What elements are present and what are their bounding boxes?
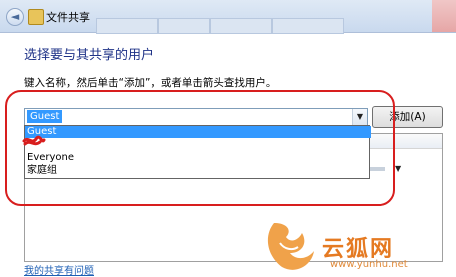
annotation-highlight [5,90,395,206]
background-tab [158,18,210,34]
background-tab [210,18,272,34]
watermark-url: www.yunhu.net [330,259,408,270]
background-tab [96,18,158,34]
fox-logo-icon [267,223,314,270]
close-button[interactable] [432,0,456,32]
back-button[interactable]: ◄ [6,8,24,26]
back-arrow-icon: ◄ [10,10,20,23]
permission-dropdown-arrow-icon[interactable]: ▼ [395,164,401,173]
title-bar: ◄ 文件共享 [0,0,456,34]
window-title: 文件共享 [46,11,90,24]
file-sharing-icon [28,9,44,25]
background-tab [272,18,344,34]
instruction-text: 键入名称，然后单击“添加”，或者单击箭头查找用户。 [24,77,277,89]
background-tabs [96,18,396,34]
page-heading: 选择要与其共享的用户 [24,48,155,63]
help-link[interactable]: 我的共享有问题 [24,262,94,277]
